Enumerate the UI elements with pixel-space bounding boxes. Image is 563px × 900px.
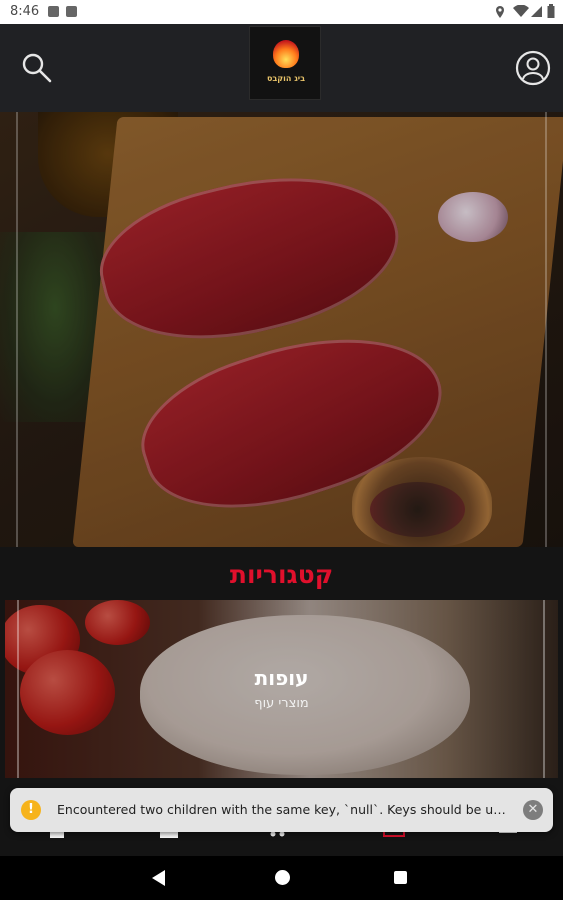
category-subtitle: מוצרי עוף — [254, 696, 309, 711]
search-icon[interactable] — [19, 50, 55, 86]
category-card-poultry[interactable]: עופות מוצרי עוף — [5, 600, 558, 778]
category-name: עופות — [254, 666, 309, 690]
warning-toast[interactable]: ! Encountered two children with the same… — [10, 788, 553, 832]
status-bar: 8:46 — [0, 0, 563, 24]
notification-icon — [48, 6, 59, 17]
categories-title: קטגוריות — [0, 547, 563, 600]
recents-icon[interactable] — [394, 871, 407, 884]
app-header: ביג הוקבס — [0, 24, 563, 112]
flame-icon — [273, 40, 299, 68]
notification-icon — [66, 6, 77, 17]
frame-line — [16, 112, 18, 547]
location-icon — [496, 6, 504, 18]
logo-name: ביג הוקבס — [266, 74, 306, 83]
toast-message: Encountered two children with the same k… — [57, 802, 512, 817]
warning-icon: ! — [21, 800, 41, 820]
hero-banner-image — [0, 112, 563, 547]
android-navigation-bar — [0, 856, 563, 900]
frame-line — [545, 112, 547, 547]
hero-overlay — [0, 112, 563, 547]
user-profile-icon[interactable] — [515, 50, 551, 86]
app-logo[interactable]: ביג הוקבס — [249, 26, 321, 100]
status-time: 8:46 — [10, 4, 40, 19]
signal-icon — [531, 6, 542, 17]
battery-icon — [547, 4, 555, 18]
back-icon[interactable] — [152, 870, 165, 886]
home-icon[interactable] — [275, 870, 290, 885]
wifi-icon — [513, 5, 529, 17]
close-icon[interactable]: ✕ — [523, 800, 543, 820]
